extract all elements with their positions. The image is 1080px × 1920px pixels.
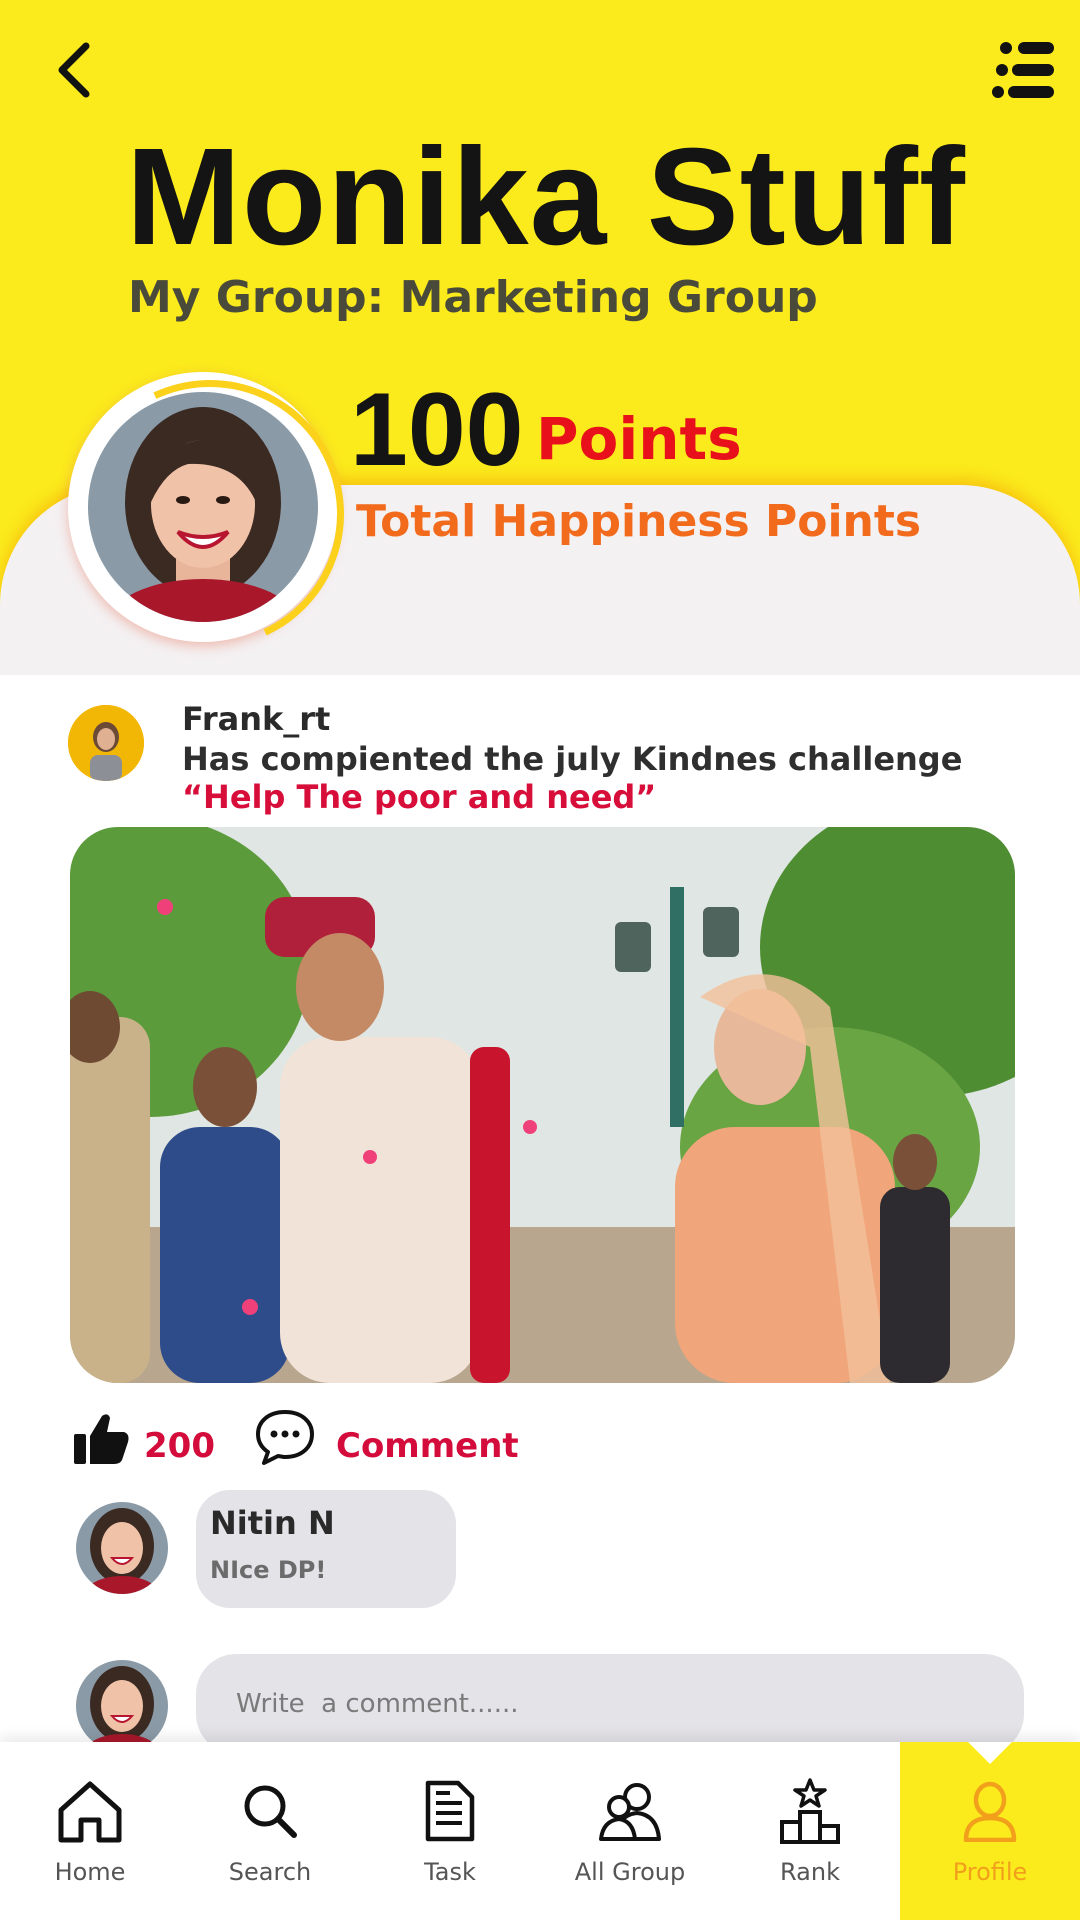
like-button[interactable] [72,1410,132,1466]
nav-label-profile: Profile [952,1858,1028,1886]
user-icon [963,1781,1017,1842]
nav-label-task: Task [424,1858,476,1886]
composer-avatar-image [76,1660,168,1752]
nav-item-home[interactable]: Home [0,1742,180,1920]
comment-icon-button[interactable] [254,1408,316,1466]
post-author-avatar[interactable] [68,705,144,781]
search-icon [244,1785,297,1838]
podium-star-icon [780,1778,840,1844]
nav-item-all-group[interactable]: All Group [540,1742,720,1920]
comment-input[interactable] [196,1654,1024,1754]
comment-bubble: Nitin N NIce DP! [196,1490,456,1608]
nav-label-search: Search [228,1858,312,1886]
post-text: Has compiented the july Kindnes challeng… [182,740,963,778]
post-author-avatar-image [68,705,144,781]
active-indicator-notch [968,1742,1012,1764]
avatar-image [88,392,318,622]
nav-item-profile[interactable]: Profile [900,1742,1080,1920]
nav-label-all-group: All Group [574,1858,686,1886]
nav-item-rank[interactable]: Rank [720,1742,900,1920]
points-caption: Total Happiness Points [356,496,922,547]
profile-header: Monika Stuff My Group: Marketing Group 1… [0,0,1080,675]
profile-avatar[interactable] [88,392,318,622]
menu-icon [992,42,1054,98]
nav-label-rank: Rank [780,1858,840,1886]
post-photo[interactable] [70,827,1015,1383]
comment-author-name[interactable]: Nitin N [210,1504,335,1542]
group-icon [599,1783,661,1841]
post-photo-image [70,827,1015,1383]
home-icon [58,1781,122,1843]
comment-author-avatar-image [76,1502,168,1594]
comment-button[interactable]: Comment [336,1426,519,1466]
nav-label-home: Home [54,1858,126,1886]
nav-item-task[interactable]: Task [360,1742,540,1920]
chevron-left-icon [58,42,90,98]
chat-bubble-icon [256,1410,314,1465]
document-icon [425,1780,475,1842]
comment-author-avatar[interactable] [76,1502,168,1594]
composer-avatar [76,1660,168,1752]
thumbs-up-icon [74,1414,129,1464]
back-button[interactable] [44,36,104,104]
comment-text: NIce DP! [210,1556,327,1584]
bottom-nav: Home Search Task All Group Rank Profile [0,1742,1080,1920]
page-title: Monika Stuff [126,120,966,274]
like-count: 200 [144,1426,215,1466]
post-author-name[interactable]: Frank_rt [182,700,330,738]
nav-item-search[interactable]: Search [180,1742,360,1920]
group-label: My Group: Marketing Group [128,272,818,323]
points-unit: Points [536,405,742,473]
points-value: 100 [350,372,524,488]
post-challenge-quote: “Help The poor and need” [182,778,657,816]
menu-button[interactable] [990,40,1056,100]
